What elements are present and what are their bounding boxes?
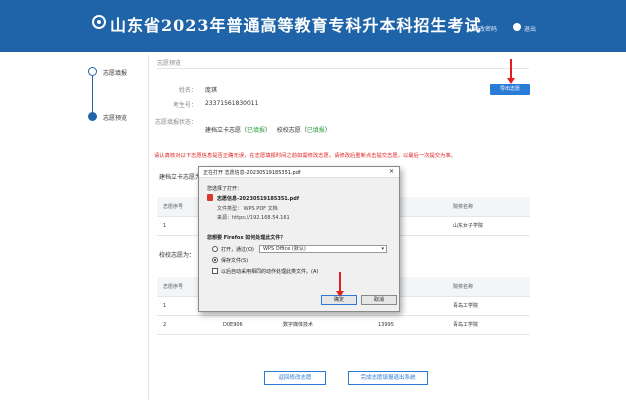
warning-text: 请认真核对以下志愿信息是否正确无误，在志愿填报时间之前如需修改志愿，请修改后重新… bbox=[154, 153, 456, 159]
save-file-label[interactable]: 保存文件(S) bbox=[221, 257, 248, 264]
open-with-radio[interactable] bbox=[212, 246, 218, 252]
status-values: 建档立卡志愿（已填报） 校校志愿（已填报） bbox=[205, 125, 331, 134]
dialog-file-type: 文件类型： WPS PDF 文档 bbox=[217, 206, 278, 212]
table-header: 院校名称 bbox=[447, 277, 530, 297]
panel-title: 志愿预览 bbox=[157, 60, 182, 67]
app-select[interactable]: WPS Office (默认) ▾ bbox=[259, 245, 387, 253]
table-cell: 13995 bbox=[372, 315, 447, 335]
table-cell: 青岛工学院 bbox=[447, 315, 530, 335]
divider bbox=[157, 68, 529, 69]
annotation-arrow bbox=[507, 59, 515, 84]
emblem-icon bbox=[92, 15, 106, 29]
status-close-2: ） bbox=[324, 127, 331, 134]
progress-steps: 志愿填报 志愿预览 bbox=[88, 67, 148, 127]
dialog-file-name: 志愿信息-20230519185351.pdf bbox=[217, 196, 300, 202]
save-file-radio[interactable] bbox=[212, 257, 218, 263]
exam-no-value: 23371561830011 bbox=[205, 100, 259, 107]
page-title: 山东省2023年普通高等教育专科升本科招生考试 bbox=[110, 16, 482, 35]
table-cell: D0E906 bbox=[217, 315, 277, 335]
table-cell: 2 bbox=[157, 315, 217, 335]
back-to-edit-button[interactable]: 返回修改志愿 bbox=[264, 371, 326, 385]
dialog-question: 您想要 Firefox 如何处理此文件？ bbox=[207, 235, 286, 241]
status-xiaoxiao-done: 已填报 bbox=[306, 127, 325, 134]
table-cell: 山东女子学院 bbox=[447, 216, 530, 236]
logout-link[interactable]: 退出 bbox=[524, 24, 536, 33]
download-dialog: 正在打开 志愿信息-20230519185351.pdf ✕ 您选择了打开： 志… bbox=[198, 166, 400, 312]
table-row: 2 D0E906 数字媒体技术 13995 青岛工学院 bbox=[157, 315, 530, 335]
exam-no-label: 考生号： bbox=[172, 102, 197, 109]
step-preview[interactable]: 志愿预览 bbox=[103, 113, 127, 122]
status-jianzhi-done: 已填报 bbox=[247, 127, 266, 134]
table-cell: 数字媒体技术 bbox=[277, 315, 372, 335]
section-xiaoxiao-title: 校校志愿为： bbox=[159, 252, 196, 259]
export-button[interactable]: 导出志愿 bbox=[490, 84, 530, 95]
step-done-icon bbox=[88, 67, 97, 76]
table-cell: 青岛工学院 bbox=[447, 296, 530, 316]
change-password-link[interactable]: 修改密码 bbox=[473, 24, 497, 33]
app-select-value: WPS Office (默认) bbox=[263, 246, 306, 252]
step-current-icon bbox=[88, 112, 97, 121]
close-icon[interactable]: ✕ bbox=[389, 168, 394, 175]
chevron-down-icon: ▾ bbox=[381, 246, 384, 252]
dialog-titlebar: 正在打开 志愿信息-20230519185351.pdf ✕ bbox=[199, 167, 399, 178]
open-with-label[interactable]: 打开，通过(O) bbox=[221, 246, 254, 253]
status-jianzhi: 建档立卡志愿（ bbox=[205, 127, 248, 134]
dialog-you-chose: 您选择了打开： bbox=[207, 186, 243, 192]
table-header: 院校名称 bbox=[447, 197, 530, 217]
cancel-button[interactable]: 取消 bbox=[361, 295, 397, 305]
name-label: 姓名： bbox=[178, 87, 197, 94]
pdf-file-icon bbox=[207, 194, 213, 201]
auto-action-checkbox[interactable] bbox=[212, 268, 218, 274]
name-value: 庞琪 bbox=[205, 87, 218, 94]
status-label: 志愿填报状态： bbox=[154, 119, 197, 126]
dialog-source: 来源：https://192.168.54.161 bbox=[217, 215, 290, 221]
logout-icon[interactable] bbox=[513, 23, 521, 31]
auto-action-label[interactable]: 以后自动采用相同的动作处理此类文件。(A) bbox=[221, 268, 318, 275]
status-close-1: ） bbox=[265, 127, 272, 134]
step-connector bbox=[92, 76, 93, 112]
status-xiaoxiao: 校校志愿（ bbox=[276, 127, 307, 134]
step-fill-in[interactable]: 志愿填报 bbox=[103, 68, 127, 77]
annotation-arrow bbox=[336, 272, 344, 297]
finish-and-exit-button[interactable]: 完成志愿填报退出系统 bbox=[348, 371, 428, 385]
dialog-title: 正在打开 志愿信息-20230519185351.pdf bbox=[203, 170, 301, 176]
header-banner: 山东省2023年普通高等教育专科升本科招生考试 修改密码 退出 bbox=[0, 0, 626, 52]
